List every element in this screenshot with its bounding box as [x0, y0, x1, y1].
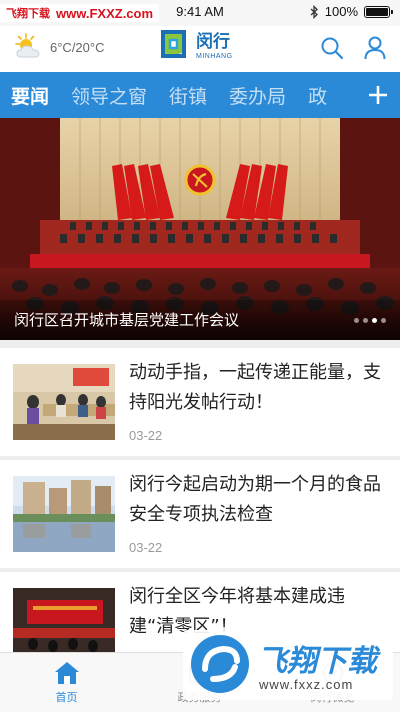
- minhang-logo-mark: [161, 30, 186, 58]
- tab-government[interactable]: 政: [297, 82, 338, 109]
- nav-home-label: 首页: [55, 691, 78, 704]
- news-item[interactable]: 动动手指，一起传递正能量，支持阳光发帖行动！ 03-22: [0, 348, 400, 456]
- tab-news[interactable]: 要闻: [0, 82, 60, 109]
- user-icon[interactable]: [364, 36, 386, 60]
- logo-title: 闵行: [196, 32, 230, 52]
- category-tabs: 要闻 领导之窗 街镇 委办局 政: [0, 72, 400, 118]
- battery-icon: [364, 5, 393, 18]
- news-date: 03-22: [129, 540, 163, 555]
- carousel-dot[interactable]: [372, 318, 377, 323]
- battery-level: [366, 7, 388, 16]
- status-bar: 飞翔下载 www.FXXZ.com 9:41 AM 100%: [0, 0, 400, 26]
- search-icon[interactable]: [320, 36, 344, 60]
- tab-leaders[interactable]: 领导之窗: [60, 82, 158, 109]
- watermark-logo-icon: [191, 635, 249, 693]
- news-item[interactable]: 闵行今起启动为期一个月的食品安全专项执法检查 03-22: [0, 460, 400, 568]
- logo-subtitle: MINHANG: [196, 53, 233, 60]
- tab-towns[interactable]: 街镇: [158, 82, 218, 109]
- hero-caption: 闵行区召开城市基层党建工作会议: [0, 300, 400, 340]
- add-tab-button[interactable]: [356, 72, 400, 118]
- weather-widget[interactable]: 6°C/20°C: [12, 32, 104, 62]
- status-right: 100%: [310, 4, 393, 19]
- bluetooth-icon: [310, 4, 318, 19]
- plus-icon: [369, 86, 387, 104]
- app-header: 6°C/20°C 闵行 MINHANG: [0, 26, 400, 72]
- weather-temperature: 6°C/20°C: [50, 39, 105, 55]
- news-thumbnail: [13, 476, 115, 552]
- news-title: 动动手指，一起传递正能量，支持阳光发帖行动！: [129, 362, 381, 413]
- carousel-dot[interactable]: [363, 318, 368, 323]
- news-title: 闵行今起启动为期一个月的食品安全专项执法检查: [129, 474, 381, 525]
- minhang-logo: 闵行 MINHANG: [158, 28, 233, 66]
- carousel-dot[interactable]: [381, 318, 386, 323]
- nav-home[interactable]: 首页: [0, 653, 133, 712]
- home-icon: [54, 662, 79, 684]
- sun-cloud-icon: [15, 33, 40, 58]
- battery-percent: 100%: [324, 4, 358, 19]
- tab-bureaus[interactable]: 委办局: [218, 82, 297, 109]
- watermark-url: www.fxxz.com: [259, 677, 354, 692]
- carousel-dot[interactable]: [354, 318, 359, 323]
- hero-caption-text: 闵行区召开城市基层党建工作会议: [14, 311, 240, 329]
- hero-carousel[interactable]: 闵行区召开城市基层党建工作会议: [0, 118, 400, 340]
- news-date: 03-22: [129, 428, 163, 443]
- carousel-indicator: [354, 318, 386, 323]
- news-thumbnail: [13, 364, 115, 440]
- watermark-title: 飞翔下载: [257, 644, 377, 679]
- download-site-watermark: 飞翔下载 www.fxxz.com: [183, 630, 393, 700]
